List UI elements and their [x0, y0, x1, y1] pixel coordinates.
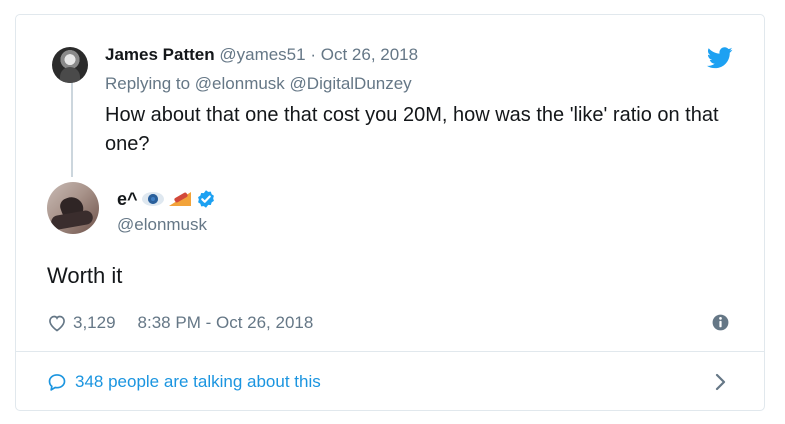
parent-tweet-text: How about that one that cost you 20M, ho…	[105, 104, 719, 155]
main-author-name[interactable]: e^	[117, 187, 138, 211]
heart-icon[interactable]	[47, 313, 67, 333]
parent-author-name[interactable]: James Patten	[105, 45, 215, 64]
mention-link-elonmusk[interactable]: @elonmusk	[195, 74, 285, 93]
replying-to-label: Replying to	[105, 74, 191, 93]
header-separator: ·	[310, 45, 317, 64]
verified-badge-icon	[197, 190, 214, 208]
parent-author-handle[interactable]: @yames51	[219, 45, 305, 64]
mention-link-digitaldunzey[interactable]: @DigitalDunzey	[290, 74, 412, 93]
speech-bubble-icon	[48, 374, 66, 391]
tweet-meta-row: 3,129 8:38 PM - Oct 26, 2018	[47, 312, 313, 334]
main-tweet-text: Worth it	[47, 263, 123, 288]
pie-emoji	[168, 190, 192, 208]
chevron-right-icon[interactable]	[714, 373, 726, 391]
replying-to-line: Replying to @elonmusk @DigitalDunzey	[105, 73, 412, 95]
main-author-avatar[interactable]	[47, 182, 99, 234]
twitter-bird-icon[interactable]	[707, 47, 733, 69]
conversation-link[interactable]: 348 people are talking about this	[47, 371, 321, 393]
like-count[interactable]: 3,129	[73, 312, 116, 334]
main-author-name-row[interactable]: e^	[117, 187, 216, 211]
parent-tweet-header: James Patten @yames51 · Oct 26, 2018	[105, 44, 418, 66]
parent-author-avatar[interactable]	[52, 47, 88, 83]
thread-connector-line	[71, 82, 73, 177]
footer-divider	[16, 351, 764, 352]
eye-emoji	[141, 192, 164, 206]
parent-tweet-date[interactable]: Oct 26, 2018	[321, 45, 418, 64]
main-author-handle[interactable]: @elonmusk	[117, 214, 207, 236]
tweet-timestamp[interactable]: 8:38 PM - Oct 26, 2018	[138, 312, 314, 334]
info-icon[interactable]	[711, 313, 730, 332]
conversation-count-text[interactable]: 348 people are talking about this	[75, 371, 321, 393]
